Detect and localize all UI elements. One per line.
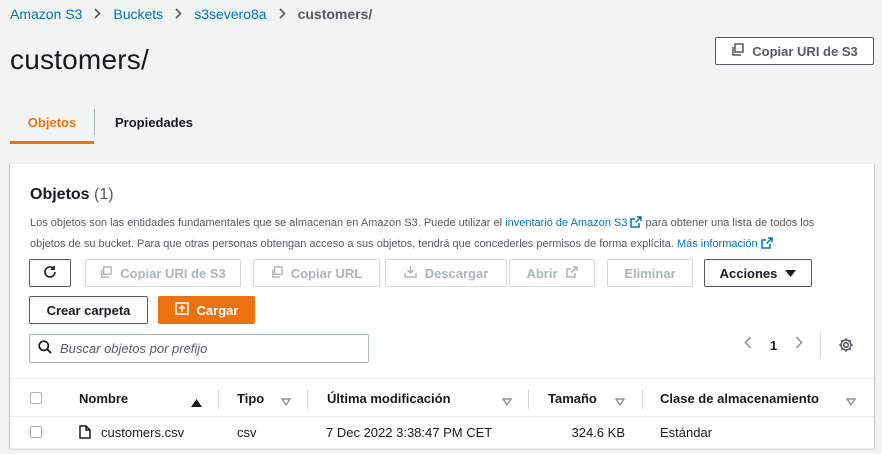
column-header-storage-class[interactable]: Clase de almacenamiento (660, 379, 819, 418)
chevron-right-icon (175, 6, 182, 22)
column-header-modified[interactable]: Última modificación (327, 379, 451, 418)
delete-button[interactable]: Eliminar (607, 259, 693, 287)
open-label: Abrir (526, 265, 558, 281)
create-folder-button[interactable]: Crear carpeta (29, 296, 148, 324)
sort-icon[interactable] (845, 393, 857, 409)
delete-label: Eliminar (624, 265, 676, 281)
desc-text-1: Los objetos son las entidades fundamenta… (30, 217, 506, 229)
objects-panel: Objetos (1) Los objetos son las entidade… (10, 163, 874, 449)
download-icon (403, 265, 417, 281)
breadcrumb-bucket[interactable]: s3severo8a (194, 6, 266, 22)
copy-s3-uri-toolbar-label: Copiar URI de S3 (120, 265, 226, 281)
tab-bar: Objetos Propiedades (10, 100, 213, 144)
upload-icon (174, 302, 189, 318)
pagination: 1 (744, 336, 803, 354)
current-page[interactable]: 1 (770, 338, 777, 353)
chevron-right-icon (94, 6, 102, 22)
open-button[interactable]: Abrir (509, 259, 595, 287)
object-type: csv (237, 424, 257, 440)
chevron-right-icon (279, 6, 286, 22)
object-modified: 7 Dec 2022 3:38:47 PM CET (326, 424, 493, 440)
external-link-icon (630, 216, 643, 235)
learn-more-link[interactable]: Más información (677, 238, 758, 250)
breadcrumb: Amazon S3 Buckets s3severo8a customers/ (10, 6, 372, 22)
copy-s3-uri-button[interactable]: Copiar URI de S3 (715, 37, 874, 65)
object-name-link[interactable]: customers.csv (101, 417, 184, 447)
copy-icon (100, 265, 113, 281)
column-separator (218, 389, 219, 409)
external-link-icon (565, 265, 578, 281)
search-icon (38, 340, 52, 357)
panel-title: Objetos (1) (30, 186, 114, 204)
search-box (29, 334, 369, 363)
create-folder-label: Crear carpeta (46, 302, 131, 318)
refresh-icon (43, 265, 57, 282)
column-separator (307, 389, 308, 409)
download-button[interactable]: Descargar (385, 259, 507, 287)
select-all-checkbox[interactable] (30, 392, 42, 404)
copy-icon (731, 43, 745, 59)
row-checkbox[interactable] (30, 426, 42, 438)
breadcrumb-amazon-s3[interactable]: Amazon S3 (10, 6, 82, 22)
breadcrumb-current: customers/ (297, 6, 373, 22)
sort-icon[interactable] (614, 393, 626, 409)
external-link-icon (760, 237, 773, 256)
upload-label: Cargar (196, 302, 239, 318)
object-size: 324.6 KB (571, 424, 626, 440)
actions-dropdown[interactable]: Acciones (704, 259, 812, 287)
column-separator (642, 389, 643, 409)
column-separator (528, 389, 529, 409)
copy-url-button[interactable]: Copiar URL (253, 259, 380, 287)
download-label: Descargar (424, 265, 489, 281)
tab-propiedades[interactable]: Propiedades (95, 100, 213, 144)
column-header-size[interactable]: Tamaño (548, 379, 597, 418)
table-header: Nombre Tipo Última modificación Tamaño C… (10, 378, 874, 417)
refresh-button[interactable] (29, 259, 71, 287)
file-icon (79, 417, 91, 447)
caret-down-icon (785, 266, 797, 281)
search-input[interactable] (60, 341, 350, 356)
pager-divider (820, 332, 821, 358)
inventory-link[interactable]: inventario de Amazon S3 (505, 217, 627, 229)
object-storage-class: Estándar (660, 424, 713, 440)
sort-ascending-icon[interactable] (191, 394, 202, 410)
copy-s3-uri-label: Copiar URI de S3 (752, 43, 858, 59)
upload-button[interactable]: Cargar (158, 296, 255, 324)
copy-icon (271, 265, 283, 281)
panel-description: Los objetos son las entidades fundamenta… (30, 214, 830, 256)
table-row: customers.csv csv 7 Dec 2022 3:38:47 PM … (10, 417, 874, 449)
breadcrumb-buckets[interactable]: Buckets (113, 6, 163, 22)
panel-title-text: Objetos (30, 186, 90, 203)
next-page-icon[interactable] (795, 336, 803, 354)
tab-objetos[interactable]: Objetos (10, 100, 94, 144)
column-header-name[interactable]: Nombre (79, 379, 128, 418)
sort-icon[interactable] (501, 393, 513, 409)
gear-icon[interactable] (838, 337, 854, 356)
sort-icon[interactable] (280, 393, 292, 409)
copy-url-label: Copiar URL (290, 265, 363, 281)
prev-page-icon[interactable] (744, 336, 752, 354)
column-header-type[interactable]: Tipo (237, 379, 264, 418)
copy-s3-uri-toolbar-button[interactable]: Copiar URI de S3 (85, 259, 241, 287)
actions-label: Acciones (719, 265, 778, 281)
page-title: customers/ (10, 44, 149, 75)
object-count: (1) (94, 186, 114, 203)
